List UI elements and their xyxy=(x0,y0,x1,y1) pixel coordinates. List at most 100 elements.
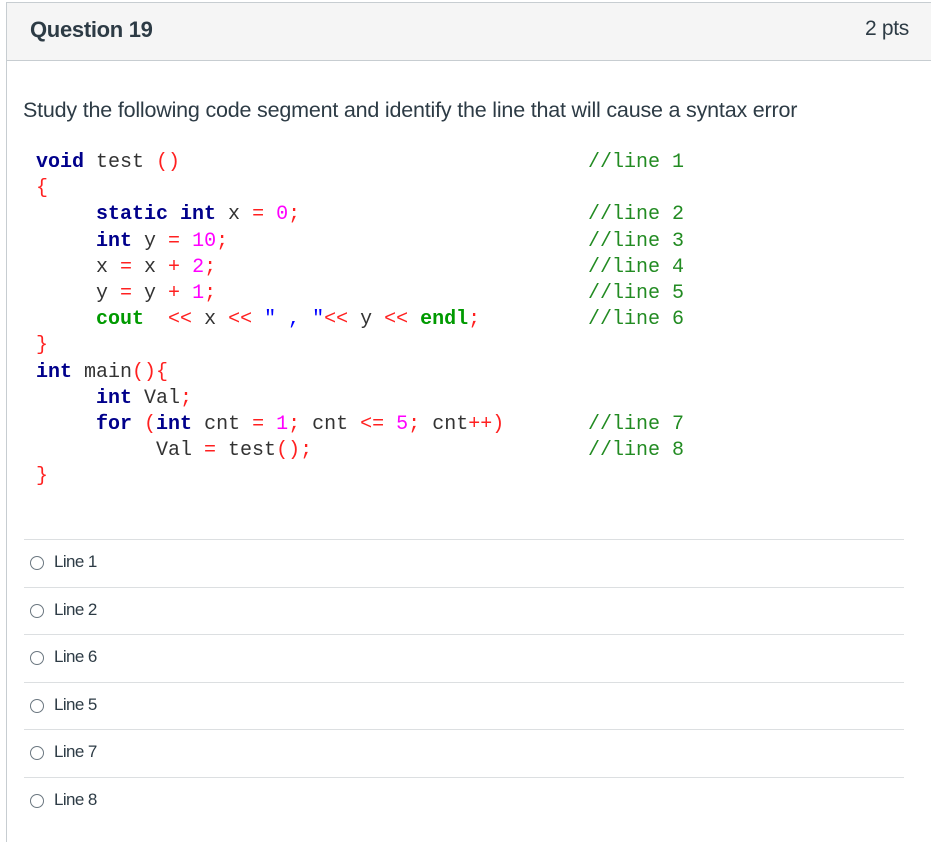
code-token: int xyxy=(96,386,133,410)
code-token: } xyxy=(36,465,49,489)
code-token: y xyxy=(36,281,121,305)
question-points: 2 pts xyxy=(864,17,909,40)
code-token: y xyxy=(348,308,385,332)
code-line: y = y + 1; //line 5 xyxy=(36,281,684,307)
answer-option[interactable]: Line 1 xyxy=(24,539,904,587)
code-token: (); xyxy=(276,439,313,463)
code-token: ; xyxy=(288,203,301,227)
code-token: cout xyxy=(96,308,145,332)
answer-label[interactable]: Line 1 xyxy=(54,552,97,572)
code-comment: //line 3 xyxy=(588,229,685,253)
code-token: 0 xyxy=(264,203,289,227)
code-token: = xyxy=(168,229,181,253)
code-token: int xyxy=(96,229,133,253)
code-token: 2 xyxy=(180,255,205,279)
code-line: x = x + 2; //line 4 xyxy=(36,255,684,281)
code-line: Val = test(); //line 8 xyxy=(36,438,684,464)
code-token: << xyxy=(228,308,253,332)
code-line: int Val; xyxy=(36,386,504,412)
code-token: y xyxy=(132,281,169,305)
code-token: + xyxy=(168,255,181,279)
radio-button[interactable] xyxy=(30,793,44,808)
code-token: <= xyxy=(360,412,385,436)
radio-button[interactable] xyxy=(30,556,44,570)
code-token: Val xyxy=(36,439,205,463)
code-comment: //line 1 xyxy=(588,151,685,174)
answer-option[interactable]: Line 2 xyxy=(24,586,904,635)
code-token: = xyxy=(252,412,265,436)
code-token: { xyxy=(36,177,49,201)
code-token: void xyxy=(36,151,85,174)
code-comment: //line 2 xyxy=(588,203,685,227)
answer-label[interactable]: Line 7 xyxy=(54,742,97,762)
code-token: 5 xyxy=(384,412,409,436)
code-token: << xyxy=(168,308,193,332)
answer-option[interactable]: Line 8 xyxy=(24,776,904,825)
code-token: int xyxy=(36,360,73,384)
code-token: for xyxy=(96,412,133,436)
code-token: } xyxy=(36,334,49,358)
code-token: test xyxy=(216,439,277,463)
answer-label[interactable]: Line 6 xyxy=(54,647,97,667)
code-token: cnt xyxy=(192,412,253,436)
code-comment: //line 5 xyxy=(588,281,685,305)
code-line: { xyxy=(36,176,504,202)
code-token: ; xyxy=(288,412,301,436)
code-token: test xyxy=(84,151,145,174)
code-token: = xyxy=(120,281,133,305)
code-token: 1 xyxy=(180,281,205,305)
code-line: cout << x << " , "<< y << endl;//line 6 xyxy=(36,307,684,333)
code-line: static int x = 0; //line 2 xyxy=(36,202,684,228)
code-token: () xyxy=(144,151,181,174)
code-token: ; xyxy=(408,412,421,436)
code-token: main xyxy=(72,360,133,384)
code-token: = xyxy=(204,439,217,463)
code-token: 1 xyxy=(264,412,289,436)
answer-list: Line 1 Line 2 Line 6 Line 5 Line 7 Line 8 xyxy=(24,539,904,824)
answer-option[interactable]: Line 7 xyxy=(24,729,904,777)
code-line: void test () //line 1 xyxy=(36,150,684,176)
code-token: 10 xyxy=(180,229,217,253)
code-token: = xyxy=(252,203,265,227)
code-token: Val xyxy=(132,386,181,410)
code-token: ( xyxy=(132,412,157,436)
code-line: int y = 10; //line 3 xyxy=(36,229,684,255)
radio-button[interactable] xyxy=(30,698,44,713)
question-prompt: Study the following code segment and ide… xyxy=(23,98,798,122)
answer-label[interactable]: Line 5 xyxy=(54,695,97,715)
code-token: x xyxy=(36,255,121,279)
answer-option[interactable]: Line 5 xyxy=(24,681,904,730)
question-header: Question 19 2 pts xyxy=(7,3,931,61)
code-token: x xyxy=(192,308,229,332)
code-token: = xyxy=(120,255,133,279)
code-token: " , " xyxy=(252,308,325,332)
answer-label[interactable]: Line 2 xyxy=(54,600,97,620)
code-line: int main(){ xyxy=(36,360,504,386)
code-token: y xyxy=(132,229,169,253)
code-line: } xyxy=(36,464,504,490)
code-token: ; xyxy=(216,229,229,253)
code-block: void test () //line 1 { static int x = 0; /… xyxy=(36,150,684,490)
code-comment: //line 7 xyxy=(588,412,685,436)
answer-label[interactable]: Line 8 xyxy=(54,790,97,810)
code-token: ++) xyxy=(468,412,505,436)
code-line: for (int cnt = 1; cnt <= 5; cnt++)//line… xyxy=(36,412,684,438)
code-token: endl xyxy=(408,308,469,332)
code-comment: //line 4 xyxy=(588,255,685,279)
question-title: Question 19 xyxy=(30,17,153,42)
radio-button[interactable] xyxy=(30,603,44,618)
radio-button[interactable] xyxy=(30,651,44,665)
code-token: ; xyxy=(468,308,481,332)
code-comment: //line 6 xyxy=(588,308,685,332)
code-token: int xyxy=(156,412,193,436)
code-token: ; xyxy=(204,255,217,279)
radio-button[interactable] xyxy=(30,746,44,760)
code-token: cnt xyxy=(300,412,361,436)
answer-option[interactable]: Line 6 xyxy=(24,634,904,682)
code-token: ; xyxy=(180,386,193,410)
code-token: << xyxy=(324,308,349,332)
